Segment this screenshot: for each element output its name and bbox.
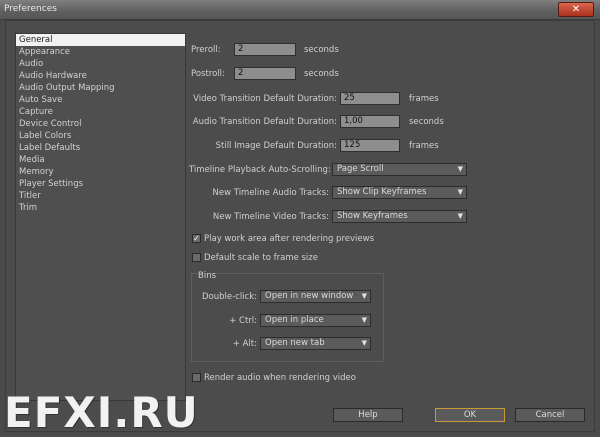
sidebar-item-capture[interactable]: Capture xyxy=(16,106,185,118)
bins-title: Bins xyxy=(198,271,217,281)
double-click-label: Double-click: xyxy=(201,292,257,302)
video-transition-unit: frames xyxy=(409,94,439,104)
video-transition-input[interactable]: 25 xyxy=(340,92,400,105)
sidebar-item-trim[interactable]: Trim xyxy=(16,202,185,214)
postroll-unit: seconds xyxy=(304,69,339,79)
sidebar-item-media[interactable]: Media xyxy=(16,154,185,166)
alt-value: Open new tab xyxy=(265,338,325,348)
sidebar-item-general[interactable]: General xyxy=(16,34,185,46)
sidebar-item-auto-save[interactable]: Auto Save xyxy=(16,94,185,106)
chevron-down-icon: ▼ xyxy=(361,292,367,300)
preferences-dialog: General Appearance Audio Audio Hardware … xyxy=(5,20,595,432)
still-image-label: Still Image Default Duration: xyxy=(215,141,337,151)
video-tracks-label: New Timeline Video Tracks: xyxy=(212,212,329,222)
audio-transition-input[interactable]: 1,00 xyxy=(340,115,400,128)
sidebar-item-label-defaults[interactable]: Label Defaults xyxy=(16,142,185,154)
preroll-input[interactable]: 2 xyxy=(234,43,296,56)
watermark: EFXI.RU xyxy=(4,388,199,437)
postroll-input[interactable]: 2 xyxy=(234,67,296,80)
default-scale-checkbox[interactable] xyxy=(192,253,201,262)
play-work-area-checkbox[interactable]: ✓ xyxy=(192,234,201,243)
help-button[interactable]: Help xyxy=(333,408,403,422)
ctrl-label: + Ctrl: xyxy=(229,316,257,326)
sidebar-item-audio[interactable]: Audio xyxy=(16,58,185,70)
sidebar-item-audio-output-mapping[interactable]: Audio Output Mapping xyxy=(16,82,185,94)
sidebar-item-titler[interactable]: Titler xyxy=(16,190,185,202)
postroll-label: Postroll: xyxy=(191,69,225,79)
sidebar-item-label-colors[interactable]: Label Colors xyxy=(16,130,185,142)
category-list: General Appearance Audio Audio Hardware … xyxy=(15,33,186,401)
preroll-unit: seconds xyxy=(304,45,339,55)
render-audio-label: Render audio when rendering video xyxy=(204,373,356,383)
double-click-value: Open in new window xyxy=(265,291,354,301)
play-work-area-label: Play work area after rendering previews xyxy=(204,234,374,244)
chevron-down-icon: ▼ xyxy=(457,188,463,196)
still-image-input[interactable]: 125 xyxy=(340,139,400,152)
audio-transition-unit: seconds xyxy=(409,117,444,127)
audio-tracks-label: New Timeline Audio Tracks: xyxy=(212,188,329,198)
video-tracks-dropdown[interactable]: Show Keyframes ▼ xyxy=(332,210,467,223)
audio-tracks-dropdown[interactable]: Show Clip Keyframes ▼ xyxy=(332,186,467,199)
close-button[interactable]: ✕ xyxy=(558,2,594,17)
audio-tracks-value: Show Clip Keyframes xyxy=(337,187,427,197)
timeline-autoscroll-dropdown[interactable]: Page Scroll ▼ xyxy=(332,163,467,176)
sidebar-item-player-settings[interactable]: Player Settings xyxy=(16,178,185,190)
chevron-down-icon: ▼ xyxy=(457,165,463,173)
timeline-autoscroll-value: Page Scroll xyxy=(337,164,384,174)
video-transition-label: Video Transition Default Duration: xyxy=(193,94,337,104)
double-click-dropdown[interactable]: Open in new window ▼ xyxy=(260,290,371,303)
chevron-down-icon: ▼ xyxy=(361,316,367,324)
preroll-label: Preroll: xyxy=(191,45,221,55)
alt-dropdown[interactable]: Open new tab ▼ xyxy=(260,337,371,350)
sidebar-item-appearance[interactable]: Appearance xyxy=(16,46,185,58)
window-title: Preferences xyxy=(4,4,57,14)
ok-button[interactable]: OK xyxy=(435,408,505,422)
title-bar: Preferences ✕ xyxy=(0,0,600,20)
timeline-autoscroll-label: Timeline Playback Auto-Scrolling: xyxy=(189,165,331,175)
render-audio-checkbox[interactable] xyxy=(192,373,201,382)
cancel-button[interactable]: Cancel xyxy=(515,408,585,422)
audio-transition-label: Audio Transition Default Duration: xyxy=(192,117,337,127)
alt-label: + Alt: xyxy=(232,339,257,349)
chevron-down-icon: ▼ xyxy=(361,339,367,347)
sidebar-item-device-control[interactable]: Device Control xyxy=(16,118,185,130)
ctrl-value: Open in place xyxy=(265,315,324,325)
ctrl-dropdown[interactable]: Open in place ▼ xyxy=(260,314,371,327)
sidebar-item-memory[interactable]: Memory xyxy=(16,166,185,178)
default-scale-label: Default scale to frame size xyxy=(204,253,318,263)
sidebar-item-audio-hardware[interactable]: Audio Hardware xyxy=(16,70,185,82)
video-tracks-value: Show Keyframes xyxy=(337,211,408,221)
chevron-down-icon: ▼ xyxy=(457,212,463,220)
still-image-unit: frames xyxy=(409,141,439,151)
close-icon: ✕ xyxy=(571,4,581,15)
